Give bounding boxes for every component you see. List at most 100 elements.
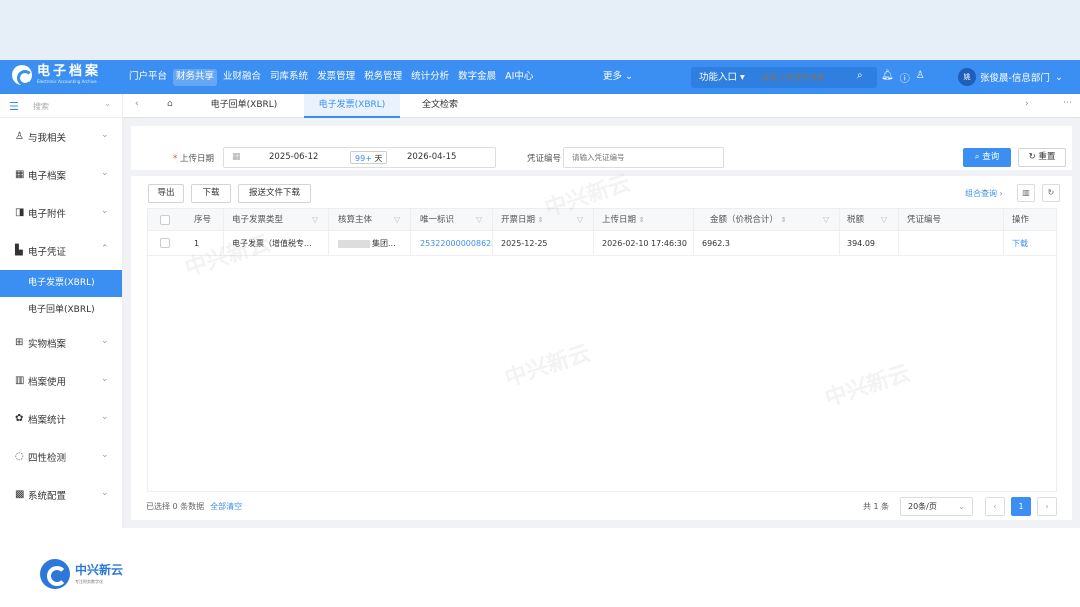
col-index: 序号 <box>194 215 212 225</box>
more-icon[interactable]: ⋯ <box>1063 98 1072 108</box>
nav-digital[interactable]: 数字金晨 <box>455 69 499 86</box>
nav-invoice[interactable]: 发票管理 <box>314 69 358 86</box>
brand-title: 中兴新云 <box>75 563 124 577</box>
row-checkbox[interactable] <box>160 238 170 248</box>
nav-tax[interactable]: 税务管理 <box>361 69 405 86</box>
nav-portal[interactable]: 门户平台 <box>126 69 170 86</box>
sidebar-item-archive-stats[interactable]: ✿ 档案统计 ⌄ <box>0 400 122 438</box>
function-entry-label: 功能入口 <box>699 72 738 83</box>
sidebar: ☰ 搜索 ⌄ ♙ 与我相关 ⌄ ▦ 电子档案 ⌄ ◨ 电子附件 ⌄ ▙ 电子凭证… <box>0 94 123 528</box>
sidebar-item-e-attachment[interactable]: ◨ 电子附件 ⌄ <box>0 194 122 232</box>
row-download-link[interactable]: 下载 <box>1006 231 1028 255</box>
sidebar-item-e-archive[interactable]: ▦ 电子档案 ⌄ <box>0 156 122 194</box>
date-days-unit: 天 <box>374 154 383 163</box>
clear-all-link[interactable]: 全部清空 <box>210 502 242 511</box>
nav-more[interactable]: 更多 ⌄ <box>603 69 633 85</box>
chevron-right-icon[interactable]: › <box>1025 99 1029 109</box>
sidebar-item-system-config[interactable]: ▩ 系统配置 ⌄ <box>0 476 122 514</box>
tab-e-receipt[interactable]: 电子回单(XBRL) <box>196 94 292 118</box>
download-button[interactable]: 下载 <box>191 184 231 203</box>
col-upload-date: 上传日期 ⇕ <box>596 209 645 230</box>
filter-icon[interactable]: ▽ <box>577 215 583 224</box>
page-size-select[interactable]: 20条/页 ⌄ <box>900 497 973 516</box>
tab-fulltext-search[interactable]: 全文检索 <box>410 94 470 118</box>
user-icon[interactable]: ♙ <box>916 70 925 85</box>
date-start[interactable]: 2025-06-12 <box>269 152 318 162</box>
sort-icon[interactable]: ⇕ <box>781 216 787 224</box>
top-header: 电子档案 Electronic Accounting Archive 门户平台 … <box>0 60 1080 94</box>
filter-icon[interactable]: ▽ <box>823 215 829 224</box>
sidebar-search[interactable]: 搜索 <box>33 101 49 112</box>
cell-tax: 394.09 <box>847 239 875 248</box>
bell-icon[interactable]: 🔔︎ <box>881 70 894 85</box>
function-entry-dropdown[interactable]: 功能入口 ▾ <box>699 70 745 85</box>
reset-button[interactable]: ↻ 重置 <box>1018 148 1066 167</box>
date-end[interactable]: 2026-04-15 <box>407 152 456 162</box>
caret-down-icon: ▾ <box>740 72 745 83</box>
refresh-icon[interactable]: ↻ <box>1042 184 1060 202</box>
nav-treasury[interactable]: 司库系统 <box>267 69 311 86</box>
filter-icon[interactable]: ▽ <box>394 215 400 224</box>
combo-query-link[interactable]: 组合查询 › <box>965 188 1003 199</box>
table-header: 序号 电子发票类型 ▽ 核算主体 ▽ 唯一标识 ▽ 开票日期 ⇕ ▽ 上传日期 … <box>148 209 1056 231</box>
search-icon: ⌕ <box>974 152 980 162</box>
sidebar-item-physical-archive[interactable]: ⊞ 实物档案 ⌄ <box>0 324 122 362</box>
nav-analytics[interactable]: 统计分析 <box>408 69 452 86</box>
col-entity: 核算主体 <box>338 215 373 225</box>
sidebar-subitem-e-invoice[interactable]: 电子发票(XBRL) <box>0 270 122 297</box>
page-1-button[interactable]: 1 <box>1011 497 1031 516</box>
user-menu[interactable]: 姚 张俊晨-信息部门 ⌄ <box>958 68 1063 86</box>
cell-entity: 集团... <box>332 231 410 255</box>
sidebar-item-archive-use[interactable]: ▥ 档案使用 ⌄ <box>0 362 122 400</box>
nav-business-finance[interactable]: 业财融合 <box>220 69 264 86</box>
top-nav: 门户平台 财务共享 业财融合 司库系统 发票管理 税务管理 统计分析 数字金晨 … <box>126 69 539 86</box>
logo-subtitle: Electronic Accounting Archive <box>37 79 97 84</box>
chevron-down-icon: ⌄ <box>101 206 109 216</box>
cell-invoice-type: 电子发票（增值税专... <box>232 239 312 248</box>
app-logo[interactable]: 电子档案 Electronic Accounting Archive <box>12 65 101 86</box>
cell-unique-id-link[interactable]: 25322000000862267 <box>414 231 492 255</box>
sort-icon[interactable]: ⇕ <box>639 216 645 224</box>
sidebar-item-label: 电子附件 <box>28 209 67 220</box>
help-icon[interactable]: ⓘ <box>900 70 910 85</box>
table-row[interactable]: 1 电子发票（增值税专... 集团... 25322000000862267 2… <box>148 231 1056 256</box>
filter-icon[interactable]: ▽ <box>312 215 318 224</box>
sort-icon[interactable]: ⇕ <box>538 216 544 224</box>
chevron-left-icon[interactable]: ‹ <box>135 99 139 109</box>
header-search-input[interactable] <box>761 69 856 86</box>
next-page-button[interactable]: › <box>1037 497 1057 516</box>
select-all-checkbox[interactable] <box>160 215 170 225</box>
sidebar-item-related[interactable]: ♙ 与我相关 ⌄ <box>0 118 122 156</box>
col-voucher: 凭证编号 <box>907 215 942 225</box>
chevron-down-icon: ⌄ <box>101 412 109 422</box>
user-name: 张俊晨-信息部门 <box>980 73 1050 84</box>
export-button[interactable]: 导出 <box>148 184 184 203</box>
chevron-down-icon[interactable]: ⌄ <box>104 99 111 108</box>
filter-icon[interactable]: ▽ <box>881 215 887 224</box>
avatar: 姚 <box>958 68 976 86</box>
prev-page-button[interactable]: ‹ <box>985 497 1005 516</box>
nav-ai-center[interactable]: AI中心 <box>502 69 536 86</box>
sidebar-subitem-e-receipt[interactable]: 电子回单(XBRL) <box>0 297 122 324</box>
tab-e-invoice[interactable]: 电子发票(XBRL) <box>304 94 400 118</box>
statistics-icon: ✿ <box>15 413 24 424</box>
invoice-table: 序号 电子发票类型 ▽ 核算主体 ▽ 唯一标识 ▽ 开票日期 ⇕ ▽ 上传日期 … <box>147 208 1057 492</box>
upload-date-range[interactable]: ▦ 2025-06-12 99+ 天 2026-04-15 <box>223 147 496 168</box>
upload-date-label: * 上传日期 <box>173 152 214 164</box>
chevron-down-icon: ⌄ <box>101 488 109 498</box>
report-file-download-button[interactable]: 报送文件下载 <box>238 184 311 203</box>
search-icon[interactable]: ⌕ <box>857 70 863 81</box>
menu-icon[interactable]: ☰ <box>9 100 19 113</box>
voucher-number-input[interactable] <box>563 147 724 168</box>
sidebar-item-e-voucher[interactable]: ▙ 电子凭证 ⌃ <box>0 232 122 270</box>
sidebar-item-four-check[interactable]: ◌ 四性检测 ⌄ <box>0 438 122 476</box>
search-button[interactable]: ⌕ 查询 <box>963 148 1011 167</box>
column-settings-icon[interactable]: ▥ <box>1017 184 1035 202</box>
home-icon[interactable]: ⌂ <box>167 99 173 109</box>
col-amount-label: 金额（价税合计） <box>710 215 779 225</box>
nav-finance-share[interactable]: 财务共享 <box>173 69 218 86</box>
col-tax: 税额 <box>847 215 865 225</box>
filter-icon[interactable]: ▽ <box>476 215 482 224</box>
archive-icon: ▦ <box>15 169 25 180</box>
brand-subtitle: 专注财务数字化 <box>75 579 103 584</box>
